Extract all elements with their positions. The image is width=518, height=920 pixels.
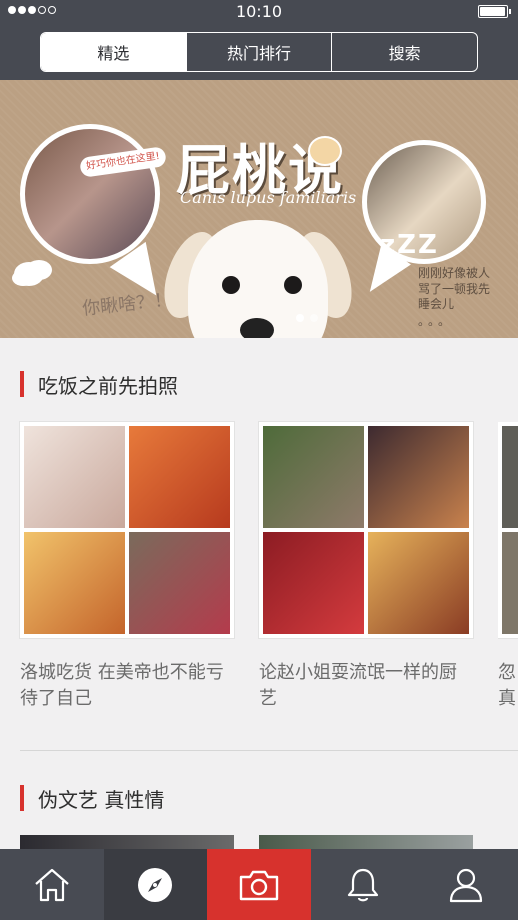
bottom-nav	[0, 849, 518, 920]
post-card[interactable]: 论赵小姐耍流氓一样的厨艺	[259, 422, 473, 712]
banner-handwriting-right: 刚刚好像被人骂了一顿我先睡会儿	[418, 266, 491, 312]
collage-photo	[24, 532, 125, 634]
top-header: 10:10 精选 热门排行 搜索	[0, 0, 518, 80]
nav-discover[interactable]	[103, 849, 208, 920]
section-accent-bar	[20, 371, 24, 397]
banner-page-indicator[interactable]	[296, 314, 318, 322]
segmented-tabs: 精选 热门排行 搜索	[40, 32, 478, 72]
photo-collage	[259, 422, 473, 638]
nav-profile[interactable]	[414, 849, 518, 920]
tab-featured[interactable]: 精选	[41, 33, 186, 71]
section-title: 吃饭之前先拍照	[38, 373, 178, 398]
post-card[interactable]: 忽真	[498, 422, 518, 712]
section-divider	[20, 750, 518, 751]
section-accent-bar	[20, 785, 24, 811]
collage-photo	[263, 426, 364, 528]
post-card-peek[interactable]	[20, 835, 234, 849]
collage-photo	[502, 426, 518, 528]
battery-icon	[478, 5, 511, 18]
banner-subtitle: Canis lupus familiaris	[180, 188, 357, 207]
status-time: 10:10	[235, 2, 283, 21]
collage-photo	[24, 426, 125, 528]
post-caption: 忽真	[498, 662, 516, 709]
post-caption: 洛城吃货 在美帝也不能亏待了自己	[20, 662, 224, 709]
banner-handwriting-dots: 。。。	[418, 314, 455, 328]
hero-banner[interactable]: 好巧你也在这里! zZZ 屁桃说 Canis lupus familiaris …	[0, 80, 518, 338]
photo-collage	[20, 422, 234, 638]
puff-icon	[14, 262, 44, 286]
collage-photo	[263, 532, 364, 634]
section-header: 吃饭之前先拍照	[20, 370, 178, 398]
bell-icon	[347, 868, 378, 901]
banner-photo-left	[20, 124, 160, 264]
post-card[interactable]: 洛城吃货 在美帝也不能亏待了自己	[20, 422, 234, 712]
nav-home[interactable]	[0, 849, 104, 920]
tab-search[interactable]: 搜索	[331, 33, 477, 71]
home-icon	[35, 868, 69, 901]
post-card-peek[interactable]	[259, 835, 473, 849]
photo-collage	[498, 422, 518, 638]
collage-photo	[368, 426, 469, 528]
nav-notifications[interactable]	[311, 849, 415, 920]
collage-photo	[129, 532, 230, 634]
puppy-illustration	[153, 210, 363, 338]
banner-zzz: zZZ	[380, 230, 439, 260]
section-header: 伪文艺 真性情	[20, 784, 164, 812]
peach-badge-icon	[308, 136, 342, 166]
collage-photo	[368, 532, 469, 634]
user-icon	[450, 868, 483, 902]
nav-camera[interactable]	[207, 849, 311, 920]
camera-icon	[239, 870, 279, 900]
collage-photo	[502, 532, 518, 634]
post-caption: 论赵小姐耍流氓一样的厨艺	[259, 662, 457, 709]
status-bar: 10:10	[0, 0, 518, 24]
compass-icon	[138, 867, 173, 902]
collage-photo	[129, 426, 230, 528]
tab-hot-ranking[interactable]: 热门排行	[185, 33, 332, 71]
section-title: 伪文艺 真性情	[38, 787, 165, 812]
